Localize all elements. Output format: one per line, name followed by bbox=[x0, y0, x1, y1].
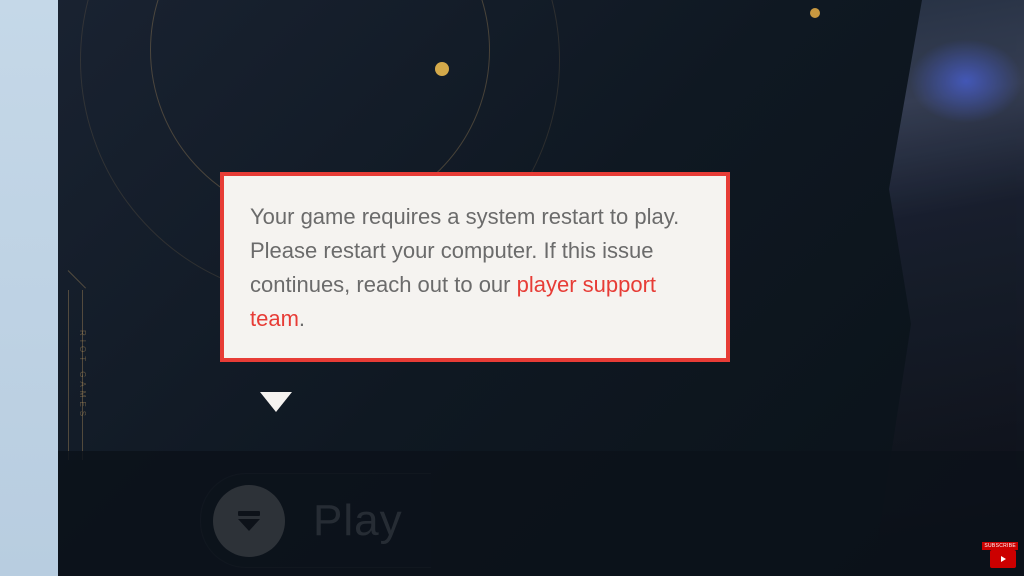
bottom-action-bar bbox=[58, 451, 1024, 576]
left-window-strip bbox=[0, 0, 58, 576]
decorative-dot bbox=[810, 8, 820, 18]
error-tooltip: Your game requires a system restart to p… bbox=[220, 172, 730, 362]
youtube-icon[interactable] bbox=[990, 550, 1016, 568]
youtube-subscribe-label: SUBSCRIBE bbox=[982, 542, 1018, 550]
decorative-dot bbox=[435, 62, 449, 76]
side-brand-label: RIOT GAMES bbox=[78, 330, 87, 420]
tooltip-pointer bbox=[260, 392, 292, 412]
error-message: Your game requires a system restart to p… bbox=[250, 200, 700, 336]
game-launcher-view: RIOT GAMES Your game requires a system r… bbox=[0, 0, 1024, 576]
error-message-tail: . bbox=[299, 306, 305, 331]
